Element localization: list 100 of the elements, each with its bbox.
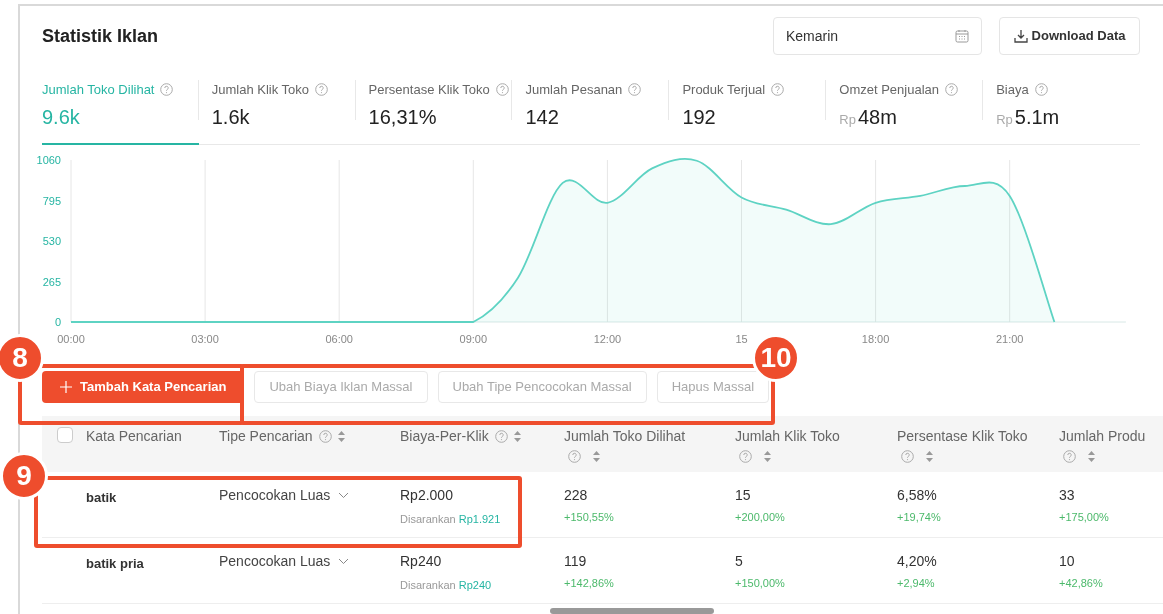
axis-label: 12:00 (593, 333, 622, 345)
stat-change: +19,74% (897, 510, 942, 525)
stat-value: 6,58% (897, 486, 938, 505)
column-header: Kata Pencarian (86, 427, 182, 446)
column-header: Persentase Klik Toko (897, 427, 1029, 446)
suggested-label: Disarankan (400, 513, 456, 525)
help-icon (739, 450, 752, 463)
step-badge: 9 (0, 452, 48, 500)
stat-change: +175,00% (1059, 510, 1110, 525)
currency-prefix: Rp (996, 110, 1013, 129)
help-icon (901, 450, 914, 463)
metric-value: 48m (857, 104, 897, 130)
help-icon (315, 83, 328, 97)
axis-label: 265 (42, 275, 61, 288)
currency-prefix: Rp (839, 110, 856, 129)
metric-value: 192 (682, 104, 716, 130)
metric-tab[interactable]: Biaya Rp5.1m (983, 80, 1141, 145)
help-icon (160, 83, 174, 97)
axis-label: 530 (42, 235, 61, 247)
stat-value: 119 (564, 552, 588, 571)
sort-icon[interactable] (593, 451, 600, 462)
help-icon (494, 430, 508, 443)
match-type-dropdown[interactable]: Pencocokan Luas (219, 551, 350, 572)
metric-label: Persentase Klik Toko (368, 81, 490, 99)
stat-value: 228 (564, 486, 589, 505)
axis-label: 00:00 (57, 333, 85, 345)
stat-value: 15 (735, 486, 752, 505)
chevron-down-icon (338, 558, 350, 565)
stat-change: +200,00% (735, 510, 786, 525)
stat-change: +150,00% (735, 576, 786, 591)
help-icon (1034, 83, 1048, 97)
sort-icon[interactable] (1088, 451, 1095, 462)
help-icon (945, 83, 958, 97)
sort-icon[interactable] (513, 431, 521, 442)
plus-icon (60, 381, 72, 393)
sort-icon[interactable] (764, 451, 771, 462)
axis-label: 795 (42, 194, 61, 207)
column-header: Jumlah Klik Toko (735, 427, 841, 446)
column-header: Tipe Pencarian (219, 427, 313, 446)
metric-tab[interactable]: Jumlah Klik Toko 1.6k (198, 80, 356, 145)
keyword-text: batik pria (86, 556, 144, 571)
chevron-down-icon (338, 492, 350, 499)
select-all-checkbox[interactable] (57, 427, 73, 443)
column-header: Biaya-Per-Klik (400, 427, 489, 446)
metric-label: Biaya (996, 81, 1029, 99)
axis-label: 1060 (36, 154, 61, 166)
sort-icon[interactable] (337, 431, 345, 442)
metric-value: 9.6k (42, 104, 80, 130)
download-icon (1013, 29, 1028, 43)
stat-change: +2,94% (897, 576, 936, 591)
help-icon (1063, 450, 1076, 463)
match-type-dropdown[interactable]: Pencocokan Luas (219, 485, 350, 506)
stat-value: 33 (1059, 486, 1076, 505)
axis-label: 03:00 (191, 333, 219, 345)
metric-value: 1.6k (211, 104, 250, 130)
scrollbar[interactable] (550, 608, 714, 614)
calendar-icon (955, 29, 969, 43)
help-icon (318, 430, 332, 443)
axis-label: 18:00 (861, 333, 890, 345)
metric-value: 16,31% (368, 104, 437, 130)
column-header: Jumlah Produ (1059, 427, 1147, 446)
axis-label: 0 (54, 316, 61, 328)
metric-value: 5.1m (1014, 104, 1060, 130)
stat-value: 5 (735, 552, 744, 571)
download-button[interactable]: Download Data (999, 17, 1140, 55)
metric-label: Jumlah Klik Toko (211, 81, 309, 99)
help-icon (568, 450, 581, 463)
metric-label: Jumlah Pesanan (525, 81, 623, 99)
metric-tab[interactable]: Jumlah Pesanan 142 (512, 80, 670, 145)
stat-value: 10 (1059, 552, 1076, 571)
metric-label: Jumlah Toko Dilihat (42, 81, 155, 99)
axis-label: 21:00 (995, 333, 1024, 345)
bid-text[interactable]: Rp2.000 (400, 485, 564, 506)
suggested-bid: Rp240 (458, 579, 492, 591)
suggested-label: Disarankan (400, 579, 456, 591)
panel-title: Statistik Iklan (42, 24, 160, 48)
stat-change: +150,55% (564, 510, 615, 525)
axis-label: 06:00 (325, 333, 353, 345)
metric-value: 142 (525, 104, 559, 130)
help-icon (628, 83, 642, 97)
stat-change: +142,86% (564, 576, 615, 591)
date-field[interactable]: Kemarin (773, 17, 982, 55)
suggested-bid: Rp1.921 (458, 513, 501, 525)
help-icon (771, 83, 785, 97)
stat-value: 4,20% (897, 552, 938, 571)
metric-label: Produk Terjual (682, 81, 766, 99)
stat-change: +42,86% (1059, 576, 1104, 591)
axis-label: 15 (735, 333, 748, 345)
step-badge: 10 (752, 334, 800, 382)
bid-text[interactable]: Rp240 (400, 551, 564, 572)
metric-tab[interactable]: Omzet Penjualan Rp48m (826, 80, 984, 145)
keyword-text: batik (86, 490, 117, 505)
help-icon (495, 83, 509, 97)
column-header: Jumlah Toko Dilihat (564, 427, 687, 446)
metric-label: Omzet Penjualan (839, 81, 939, 99)
sort-icon[interactable] (926, 451, 933, 462)
axis-label: 09:00 (459, 333, 488, 345)
step-badge: 8 (0, 334, 44, 382)
metric-tab[interactable]: Persentase Klik Toko 16,31% (355, 80, 513, 145)
metric-tab[interactable]: Produk Terjual 192 (669, 80, 827, 145)
